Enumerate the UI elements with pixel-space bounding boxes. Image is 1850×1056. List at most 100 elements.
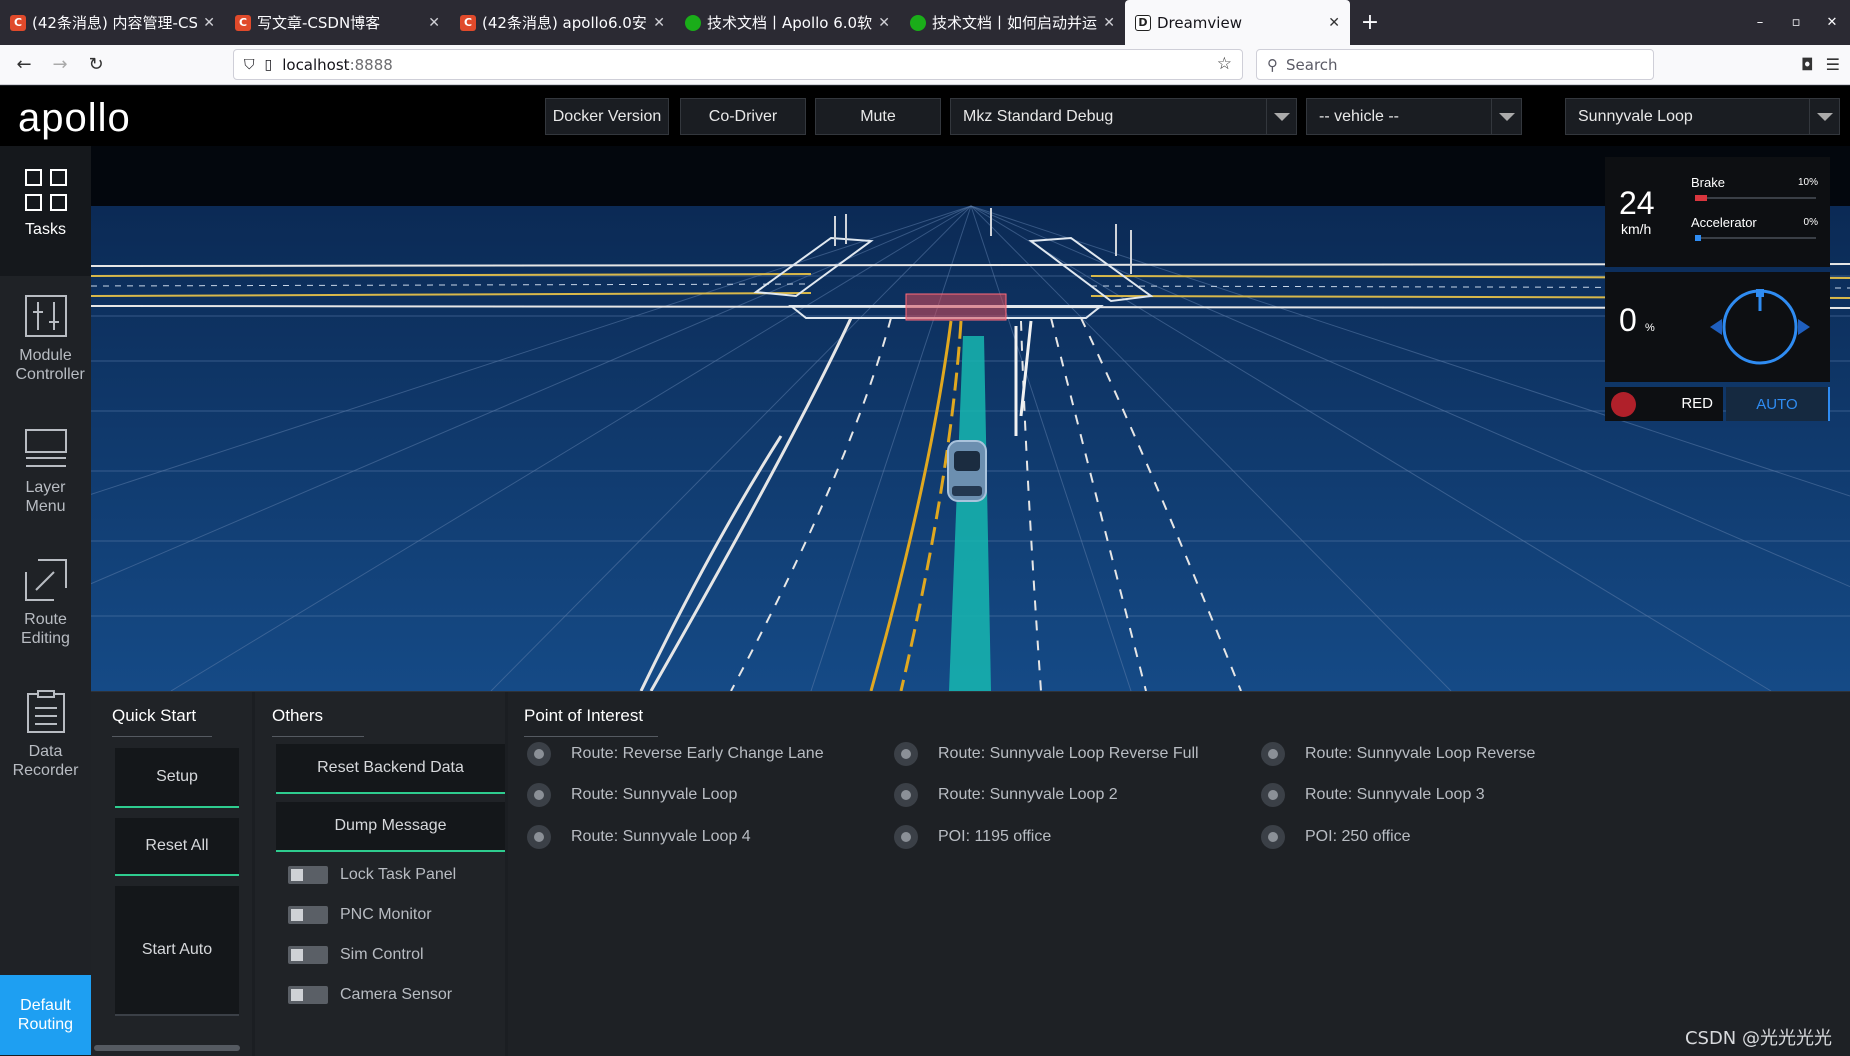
mute-button[interactable]: Mute: [815, 98, 941, 135]
accelerator-value: 0%: [1803, 217, 1818, 228]
menu-icon[interactable]: ☰: [1826, 55, 1840, 74]
new-tab-button[interactable]: +: [1350, 0, 1390, 45]
tasks-icon: [24, 169, 67, 211]
browser-tab[interactable]: C 写文章-CSDN博客 ✕: [225, 0, 450, 45]
poi-option[interactable]: POI: 1195 office: [894, 825, 1051, 849]
radio-button[interactable]: [1261, 825, 1285, 849]
toggle-switch[interactable]: [288, 986, 328, 1004]
csdn-icon: C: [235, 14, 251, 31]
window-controls: – ▫ ✕: [1742, 0, 1850, 45]
browser-tab[interactable]: C (42条消息) apollo6.0安装 ✕: [450, 0, 675, 45]
forward-arrow-icon[interactable]: →: [42, 49, 78, 81]
dreamview-header: apollo Docker Version Co-Driver Mute Mkz…: [0, 86, 1850, 146]
radio-button[interactable]: [1261, 783, 1285, 807]
sidebar-item-tasks[interactable]: Tasks: [0, 146, 91, 276]
sidebar-item-module-controller[interactable]: Module Controller: [0, 276, 91, 406]
tab-label: 技术文档丨如何启动并运行: [932, 14, 1098, 32]
reset-all-button[interactable]: Reset All: [115, 818, 239, 876]
minimize-icon[interactable]: –: [1742, 15, 1778, 30]
url-bar[interactable]: ⛉ ▯ localhost :8888 ☆: [233, 49, 1243, 80]
horizontal-scrollbar[interactable]: [94, 1045, 240, 1051]
sidebar-item-route-editing[interactable]: Route Editing: [0, 540, 91, 670]
left-sidebar: Tasks Module Controller Layer Menu Route…: [0, 146, 91, 1055]
search-input[interactable]: ⚲ Search: [1256, 49, 1654, 80]
close-icon[interactable]: ✕: [1103, 15, 1115, 31]
sidebar-item-label: Data Recorder: [12, 743, 79, 779]
close-icon[interactable]: ✕: [1328, 15, 1340, 31]
route-editing-icon: [24, 559, 67, 601]
poi-option[interactable]: Route: Sunnyvale Loop 3: [1261, 783, 1485, 807]
scene-canvas[interactable]: [91, 146, 1850, 691]
csdn-icon: C: [10, 14, 26, 31]
radio-button[interactable]: [1261, 742, 1285, 766]
radio-button[interactable]: [527, 825, 551, 849]
toggle-camera-sensor[interactable]: Camera Sensor: [288, 986, 452, 1004]
mode-select-value: Mkz Standard Debug: [963, 107, 1114, 125]
close-icon[interactable]: ✕: [878, 15, 890, 31]
browser-tab[interactable]: 技术文档丨如何启动并运行 ✕: [900, 0, 1125, 45]
sidebar-item-data-recorder[interactable]: Data Recorder: [0, 672, 91, 802]
radio-button[interactable]: [894, 783, 918, 807]
poi-label: Route: Sunnyvale Loop 2: [938, 786, 1118, 803]
poi-option[interactable]: Route: Sunnyvale Loop Reverse: [1261, 742, 1535, 766]
reload-icon[interactable]: ↻: [78, 49, 114, 81]
close-icon[interactable]: ✕: [653, 15, 665, 31]
default-routing-button[interactable]: Default Routing: [0, 975, 91, 1055]
tab-label: 技术文档丨Apollo 6.0软件: [707, 14, 873, 32]
close-window-icon[interactable]: ✕: [1814, 15, 1850, 30]
page-icon: ▯: [264, 56, 273, 73]
browser-tab-active[interactable]: D Dreamview ✕: [1125, 0, 1350, 45]
start-auto-button[interactable]: Start Auto: [115, 886, 239, 1016]
poi-option[interactable]: Route: Reverse Early Change Lane: [527, 742, 824, 766]
data-recorder-icon: [26, 690, 65, 733]
close-icon[interactable]: ✕: [428, 15, 440, 31]
tasks-panel: Quick Start Setup Reset All Start Auto O…: [91, 691, 1850, 1056]
bookmark-star-icon[interactable]: ☆: [1217, 54, 1232, 74]
sidebar-item-label: Tasks: [25, 221, 66, 238]
back-arrow-icon[interactable]: ←: [6, 49, 42, 81]
shield-icon[interactable]: ⛉: [244, 57, 255, 73]
docker-version-button[interactable]: Docker Version: [545, 98, 669, 135]
brake-fill: [1695, 195, 1708, 201]
radio-button[interactable]: [527, 783, 551, 807]
mode-select[interactable]: Mkz Standard Debug: [950, 98, 1297, 135]
setup-button[interactable]: Setup: [115, 748, 239, 808]
browser-tab[interactable]: 技术文档丨Apollo 6.0软件 ✕: [675, 0, 900, 45]
reset-backend-data-button[interactable]: Reset Backend Data: [276, 744, 505, 794]
poi-option[interactable]: Route: Sunnyvale Loop Reverse Full: [894, 742, 1199, 766]
poi-option[interactable]: Route: Sunnyvale Loop 4: [527, 825, 751, 849]
drive-mode-indicator: AUTO: [1726, 387, 1830, 421]
toggle-switch[interactable]: [288, 946, 328, 964]
toggle-label: Sim Control: [340, 946, 424, 963]
vehicle-select[interactable]: -- vehicle --: [1306, 98, 1522, 135]
browser-tab[interactable]: C (42条消息) 内容管理-CSDN ✕: [0, 0, 225, 45]
poi-option[interactable]: POI: 250 office: [1261, 825, 1411, 849]
dump-message-button[interactable]: Dump Message: [276, 802, 505, 852]
poi-label: Route: Sunnyvale Loop 4: [571, 828, 751, 845]
pocket-icon[interactable]: ◘: [1801, 55, 1814, 74]
accelerator-label: Accelerator: [1691, 215, 1757, 230]
radio-button[interactable]: [894, 742, 918, 766]
toggle-switch[interactable]: [288, 866, 328, 884]
toggle-switch[interactable]: [288, 906, 328, 924]
radio-button[interactable]: [527, 742, 551, 766]
toggle-pnc-monitor[interactable]: PNC Monitor: [288, 906, 432, 924]
close-icon[interactable]: ✕: [203, 15, 215, 31]
co-driver-button[interactable]: Co-Driver: [680, 98, 806, 135]
restore-icon[interactable]: ▫: [1778, 15, 1814, 30]
traffic-light-label: RED: [1681, 395, 1713, 412]
toggle-sim-control[interactable]: Sim Control: [288, 946, 424, 964]
poi-option[interactable]: Route: Sunnyvale Loop: [527, 783, 737, 807]
toggle-lock-task-panel[interactable]: Lock Task Panel: [288, 866, 456, 884]
poi-option[interactable]: Route: Sunnyvale Loop 2: [894, 783, 1118, 807]
tab-label: Dreamview: [1157, 13, 1242, 32]
csdn-watermark: CSDN @光光光光: [1684, 1028, 1832, 1049]
radio-button[interactable]: [894, 825, 918, 849]
steering-unit: %: [1645, 322, 1655, 334]
sidebar-item-layer-menu[interactable]: Layer Menu: [0, 408, 91, 538]
map-select[interactable]: Sunnyvale Loop: [1565, 98, 1840, 135]
vehicle-dashboard: 24 km/h Brake 10% Accelerator 0% 0 % RED…: [1605, 157, 1830, 421]
simulation-scene-view[interactable]: [91, 146, 1850, 691]
poi-label: POI: 1195 office: [938, 828, 1052, 845]
speed-value: 24: [1619, 185, 1655, 221]
